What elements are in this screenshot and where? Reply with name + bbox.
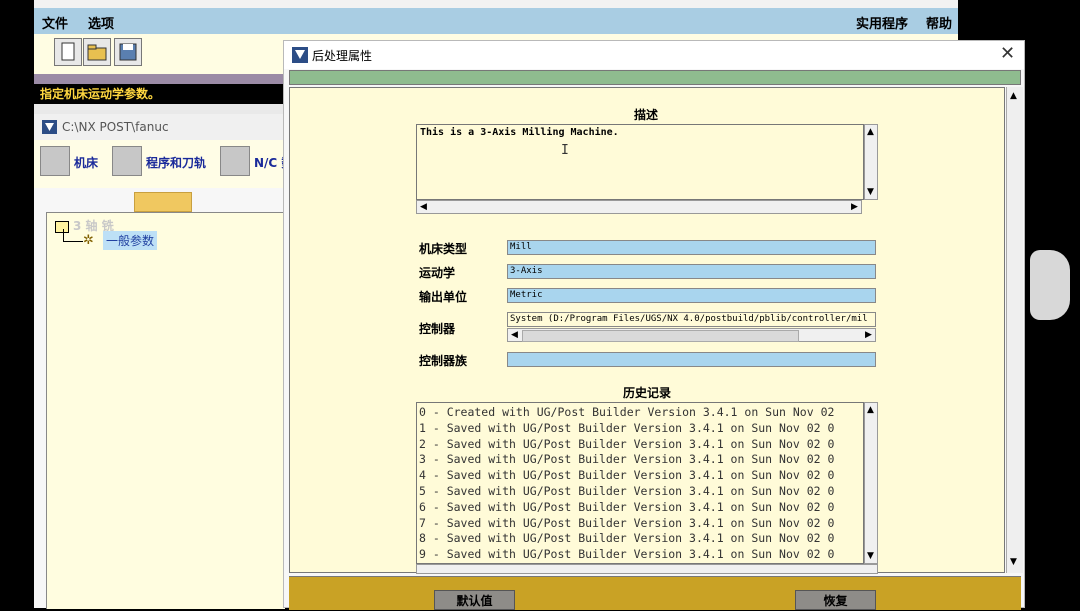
background-object bbox=[1030, 250, 1070, 320]
app-icon bbox=[292, 47, 308, 63]
post-window-path: C:\NX POST\fanuc bbox=[62, 120, 169, 134]
scroll-down-icon[interactable]: ▼ bbox=[1010, 557, 1017, 567]
tab-label: N/C 数 bbox=[254, 156, 284, 170]
history-entry: 0 - Created with UG/Post Builder Version… bbox=[419, 405, 835, 419]
scroll-up-icon[interactable]: ▲ bbox=[867, 405, 874, 415]
machine-type-field[interactable]: Mill bbox=[507, 240, 876, 255]
restore-button[interactable]: 恢复 bbox=[795, 590, 876, 610]
tab-label: 程序和刀轨 bbox=[146, 156, 207, 170]
history-entry: 2 - Saved with UG/Post Builder Version 3… bbox=[419, 436, 835, 451]
scrollbar-thumb[interactable] bbox=[522, 330, 799, 342]
description-label: 描述 bbox=[634, 108, 659, 122]
machine-type-label: 机床类型 bbox=[419, 242, 468, 256]
default-button[interactable]: 默认值 bbox=[434, 590, 515, 610]
folder-icon bbox=[55, 220, 69, 233]
tree-connector bbox=[63, 241, 83, 242]
kinematics-field[interactable]: 3-Axis bbox=[507, 264, 876, 279]
tab-bar: 机床 程序和刀轨 N/C 数 bbox=[34, 140, 284, 188]
tab-label: 机床 bbox=[74, 156, 99, 170]
open-folder-icon[interactable] bbox=[83, 38, 111, 66]
scroll-up-icon[interactable]: ▲ bbox=[1010, 91, 1017, 101]
gear-icon: ✲ bbox=[83, 233, 94, 248]
nc-data-icon bbox=[220, 146, 250, 176]
dialog-title: 后处理属性 bbox=[312, 49, 373, 63]
separator-strip bbox=[34, 104, 284, 114]
history-entry: 3 - Saved with UG/Post Builder Version 3… bbox=[419, 452, 835, 467]
dialog-title-bar: 后处理属性 ✕ bbox=[284, 41, 1024, 69]
history-entry: 4 - Saved with UG/Post Builder Version 3… bbox=[419, 468, 835, 483]
scroll-right-icon[interactable]: ▶ bbox=[851, 202, 858, 212]
menu-options[interactable]: 选项 bbox=[88, 13, 114, 32]
toolpath-icon bbox=[112, 146, 142, 176]
history-scrollbar-horizontal[interactable] bbox=[416, 564, 878, 574]
tab-program-toolpath[interactable]: 程序和刀轨 bbox=[112, 146, 212, 180]
history-scrollbar-vertical[interactable]: ▲ ▼ bbox=[864, 402, 878, 564]
controller-family-label: 控制器族 bbox=[419, 354, 468, 368]
output-unit-label: 输出单位 bbox=[419, 290, 468, 304]
menu-utilities[interactable]: 实用程序 bbox=[856, 13, 908, 32]
description-scrollbar-horizontal[interactable]: ◀ ▶ bbox=[416, 200, 862, 214]
parameter-tree: 3 轴 铣 ✲ 一般参数 bbox=[46, 212, 285, 609]
scroll-right-icon[interactable]: ▶ bbox=[865, 330, 872, 340]
scroll-down-icon[interactable]: ▼ bbox=[867, 187, 874, 197]
text-cursor-icon: I bbox=[561, 143, 569, 158]
status-message: 指定机床运动学参数。 bbox=[34, 84, 284, 104]
scroll-left-icon[interactable]: ◀ bbox=[511, 330, 518, 340]
scroll-left-icon[interactable]: ◀ bbox=[420, 202, 427, 212]
post-window: C:\NX POST\fanuc 机床 程序和刀轨 N/C 数 3 轴 铣 ✲ … bbox=[34, 114, 285, 609]
history-entry: 9 - Saved with UG/Post Builder Version 3… bbox=[419, 547, 835, 562]
controller-scrollbar[interactable]: ◀ ▶ bbox=[507, 328, 876, 342]
tab-machine[interactable]: 机床 bbox=[40, 146, 104, 180]
history-list[interactable]: 0 - Created with UG/Post Builder Version… bbox=[416, 402, 864, 564]
description-textarea[interactable]: This is a 3-Axis Milling Machine. I bbox=[416, 124, 864, 200]
description-scrollbar-vertical[interactable]: ▲ ▼ bbox=[864, 124, 878, 200]
app-icon bbox=[42, 120, 57, 134]
scroll-up-icon[interactable]: ▲ bbox=[867, 127, 874, 137]
dialog-content: 描述 This is a 3-Axis Milling Machine. I ▲… bbox=[289, 87, 1005, 574]
menu-help[interactable]: 帮助 bbox=[926, 13, 952, 32]
menu-bar: 文件 选项 实用程序 帮助 bbox=[34, 8, 958, 34]
output-unit-field[interactable]: Metric bbox=[507, 288, 876, 303]
new-file-icon[interactable] bbox=[54, 38, 82, 66]
history-entry: 1 - Saved with UG/Post Builder Version 3… bbox=[419, 420, 835, 435]
dialog-scrollbar-vertical[interactable]: ▲ ▼ bbox=[1006, 87, 1023, 573]
kinematics-label: 运动学 bbox=[419, 266, 456, 280]
post-properties-dialog: 后处理属性 ✕ 描述 This is a 3-Axis Milling Mach… bbox=[283, 40, 1025, 610]
history-entry: 5 - Saved with UG/Post Builder Version 3… bbox=[419, 483, 835, 498]
history-entry: 6 - Saved with UG/Post Builder Version 3… bbox=[419, 499, 835, 514]
tab-nc-data[interactable]: N/C 数 bbox=[220, 146, 284, 180]
save-icon[interactable] bbox=[114, 38, 142, 66]
tree-item-general-parameters[interactable]: 一般参数 bbox=[103, 231, 158, 250]
controller-label: 控制器 bbox=[419, 322, 456, 336]
history-entry: 7 - Saved with UG/Post Builder Version 3… bbox=[419, 515, 835, 530]
controller-family-field[interactable] bbox=[507, 352, 876, 367]
machine-icon bbox=[40, 146, 70, 176]
controller-field[interactable]: System (D:/Program Files/UGS/NX 4.0/post… bbox=[507, 312, 876, 327]
tree-toggle-button[interactable] bbox=[134, 192, 192, 212]
dialog-button-bar: 默认值 恢复 bbox=[289, 576, 1021, 610]
close-icon[interactable]: ✕ bbox=[1000, 43, 1015, 64]
scroll-down-icon[interactable]: ▼ bbox=[867, 551, 874, 561]
menu-file[interactable]: 文件 bbox=[42, 13, 68, 32]
post-window-title-bar: C:\NX POST\fanuc bbox=[34, 114, 284, 140]
history-label: 历史记录 bbox=[623, 386, 672, 400]
header-strip bbox=[289, 70, 1021, 85]
history-entry: 8 - Saved with UG/Post Builder Version 3… bbox=[419, 531, 835, 546]
